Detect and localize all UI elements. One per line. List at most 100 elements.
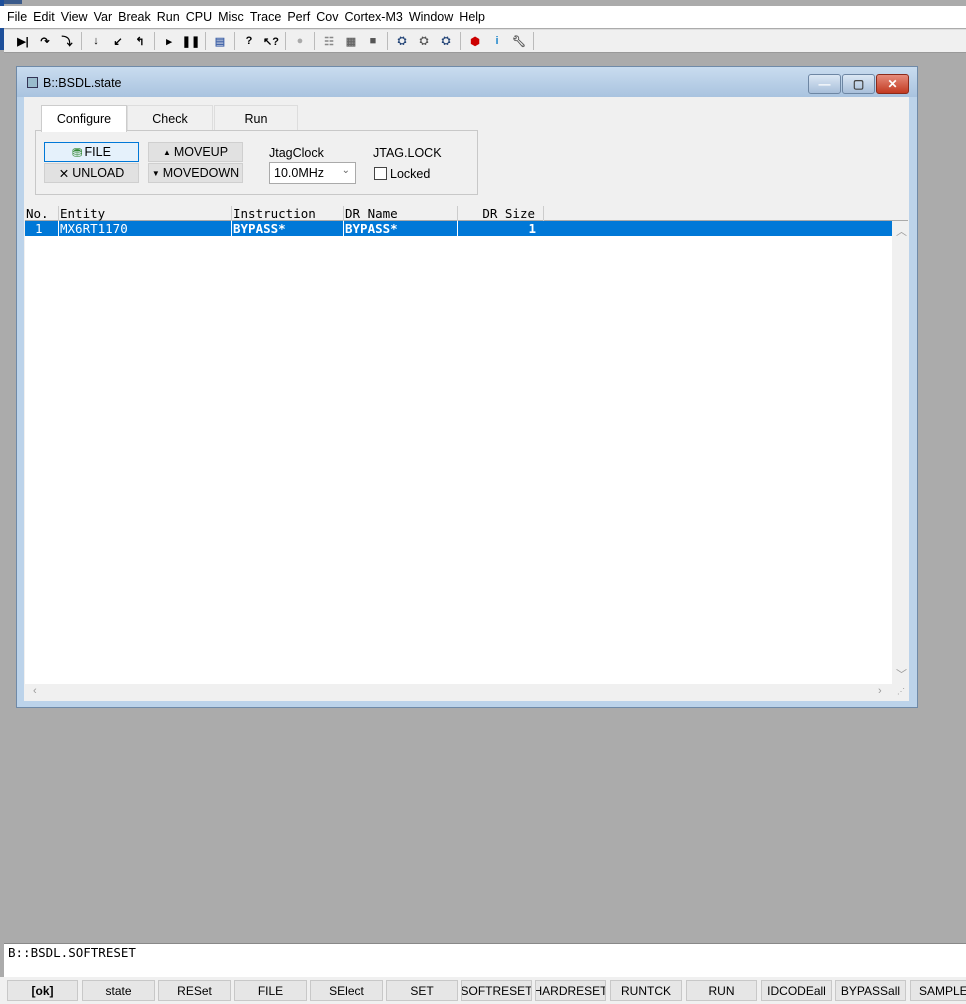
toolbar-separator <box>533 32 534 50</box>
softreset-button[interactable]: SOFTRESET <box>461 980 532 1001</box>
command-input[interactable]: B::BSDL.SOFTRESET <box>4 943 966 960</box>
window-titlebar[interactable]: B::BSDL.state — ▢ ✕ <box>17 67 917 97</box>
file-icon: ⛃ <box>72 145 83 160</box>
state-button[interactable]: state <box>82 980 155 1001</box>
window-content: Configure Check Run ⛃ FILE ✕ UNLOAD ▲ MOVEU… <box>24 97 909 701</box>
menu-misc[interactable]: Misc <box>215 10 247 24</box>
menu-cpu[interactable]: CPU <box>183 10 215 24</box>
select-button[interactable]: SElect <box>310 980 383 1001</box>
tab-run[interactable]: Run <box>214 105 298 131</box>
menu-window[interactable]: Window <box>406 10 456 24</box>
idcodeall-button[interactable]: IDCODEall <box>761 980 832 1001</box>
jtagclock-select[interactable]: 10.0MHz ⌄ <box>269 162 356 184</box>
triangle-down-icon: ▼ <box>151 168 160 178</box>
unload-button[interactable]: ✕ UNLOAD <box>44 163 139 183</box>
chip-icon[interactable]: ■ <box>362 31 384 51</box>
stop-icon[interactable]: ● <box>289 31 311 51</box>
movedown-button[interactable]: ▼ MOVEDOWN <box>148 163 243 183</box>
hardreset-button[interactable]: HARDRESET <box>535 980 606 1001</box>
set-button[interactable]: SET <box>386 980 458 1001</box>
close-icon: ✕ <box>58 166 70 181</box>
toolbar: ▶| ↷ ⤵ ↓ ↙ ↰ ▸ ❚❚ ▤ ? ↖? ● ☷ ▦ ■ ⛭ ⛭ ⛭ ⬢… <box>4 29 966 53</box>
info-icon[interactable]: i <box>486 31 508 51</box>
toolbar-separator <box>314 32 315 50</box>
down-icon[interactable]: ↓ <box>85 31 107 51</box>
memory-icon[interactable]: ▦ <box>340 31 362 51</box>
step-icon[interactable]: ▶| <box>12 31 34 51</box>
menu-help[interactable]: Help <box>456 10 488 24</box>
cube-icon[interactable]: ⬢ <box>464 31 486 51</box>
column-header-dr-size[interactable]: DR Size <box>458 206 544 221</box>
window-title: B::BSDL.state <box>43 76 122 90</box>
menu-file[interactable]: File <box>4 10 30 24</box>
toolbar-separator <box>205 32 206 50</box>
menu-var[interactable]: Var <box>91 10 116 24</box>
menu-perf[interactable]: Perf <box>284 10 313 24</box>
scroll-up-icon[interactable]: ︿ <box>896 223 907 239</box>
return-icon[interactable]: ↙ <box>107 31 129 51</box>
column-header-dr-name[interactable]: DR Name <box>344 206 458 221</box>
context-help-icon[interactable]: ↖? <box>260 31 282 51</box>
column-header-entity[interactable]: Entity <box>59 206 232 221</box>
table-row[interactable]: 1 MX6RT1170 BYPASS* BYPASS* 1 <box>25 221 892 236</box>
softkey-bar: [ok] state RESet FILE SElect SET SOFTRES… <box>0 977 966 1004</box>
toolbar-separator <box>460 32 461 50</box>
file-button-label: FILE <box>84 145 111 159</box>
resize-grip-icon[interactable]: ⋰ <box>897 687 905 696</box>
toolbar-separator <box>81 32 82 50</box>
file-softkey[interactable]: FILE <box>234 980 307 1001</box>
view2-icon[interactable]: ⛭ <box>413 31 435 51</box>
menu-view[interactable]: View <box>58 10 91 24</box>
cell-entity: MX6RT1170 <box>59 221 232 236</box>
toolbar-separator <box>285 32 286 50</box>
run-button[interactable]: RUN <box>686 980 757 1001</box>
maximize-button[interactable]: ▢ <box>842 74 875 94</box>
help-icon[interactable]: ? <box>238 31 260 51</box>
moveup-button[interactable]: ▲ MOVEUP <box>148 142 243 162</box>
vertical-scrollbar[interactable]: ︿ ﹀ <box>892 221 908 684</box>
menu-cortex-m3[interactable]: Cortex-M3 <box>341 10 405 24</box>
wrench-icon[interactable]: 🔧︎ <box>508 31 530 51</box>
unload-button-label: UNLOAD <box>72 166 125 180</box>
up-icon[interactable]: ↰ <box>129 31 151 51</box>
step-over-icon[interactable]: ↷ <box>34 31 56 51</box>
scroll-down-icon[interactable]: ﹀ <box>896 666 907 682</box>
view1-icon[interactable]: ⛭ <box>391 31 413 51</box>
ok-button[interactable]: [ok] <box>7 980 78 1001</box>
jtagclock-value: 10.0MHz <box>274 166 325 180</box>
reset-button[interactable]: RESet <box>158 980 231 1001</box>
break-icon[interactable]: ❚❚ <box>180 31 202 51</box>
tab-check[interactable]: Check <box>127 105 213 131</box>
chevron-down-icon: ⌄ <box>341 165 350 176</box>
menu-run[interactable]: Run <box>154 10 183 24</box>
bypassall-button[interactable]: BYPASSall <box>835 980 906 1001</box>
moveup-button-label: MOVEUP <box>173 145 229 159</box>
sampleall-button[interactable]: SAMPLEall <box>910 980 966 1001</box>
register-icon[interactable]: ☷ <box>318 31 340 51</box>
view3-icon[interactable]: ⛭ <box>435 31 457 51</box>
file-button[interactable]: ⛃ FILE <box>44 142 139 162</box>
locked-label: Locked <box>390 167 431 181</box>
menu-trace[interactable]: Trace <box>247 10 285 24</box>
locked-checkbox[interactable] <box>374 167 387 180</box>
runtck-button[interactable]: RUNTCK <box>610 980 682 1001</box>
column-header-instruction[interactable]: Instruction <box>232 206 344 221</box>
close-button[interactable]: ✕ <box>876 74 909 94</box>
tab-configure[interactable]: Configure <box>41 105 127 132</box>
go-icon[interactable]: ▸ <box>158 31 180 51</box>
cell-dr-name: BYPASS* <box>344 221 458 236</box>
column-header-no[interactable]: No. <box>25 206 59 221</box>
cell-instruction: BYPASS* <box>232 221 344 236</box>
scroll-right-icon[interactable]: › <box>878 685 882 697</box>
step-into-icon[interactable]: ⤵ <box>56 31 78 51</box>
bsdl-table: No. Entity Instruction DR Name DR Size 1… <box>25 206 908 700</box>
horizontal-scrollbar[interactable]: ‹ › ⋰ <box>25 684 908 700</box>
cell-no: 1 <box>25 221 59 236</box>
scroll-left-icon[interactable]: ‹ <box>33 685 37 697</box>
list-icon[interactable]: ▤ <box>209 31 231 51</box>
menu-cov[interactable]: Cov <box>313 10 341 24</box>
menu-break[interactable]: Break <box>115 10 154 24</box>
minimize-button[interactable]: — <box>808 74 841 94</box>
movedown-button-label: MOVEDOWN <box>162 166 240 180</box>
menu-edit[interactable]: Edit <box>30 10 58 24</box>
